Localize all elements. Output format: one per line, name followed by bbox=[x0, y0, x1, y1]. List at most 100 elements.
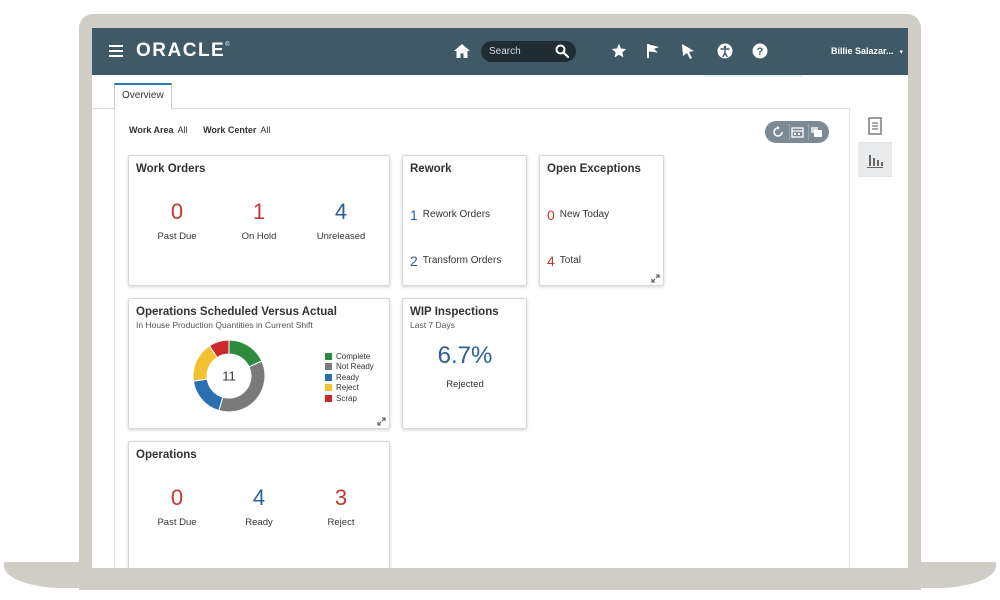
chart-legend: Complete Not Ready Ready Reject Scrap bbox=[325, 351, 374, 404]
legend-swatch bbox=[325, 373, 332, 381]
layers-icon bbox=[811, 127, 823, 137]
on-hold-metric[interactable]: 1 On Hold bbox=[224, 199, 294, 242]
legend-swatch bbox=[325, 384, 332, 392]
user-menu[interactable]: Billie Salazar... ▾ bbox=[831, 46, 903, 56]
oracle-logo[interactable]: ORACLE® bbox=[136, 40, 231, 62]
card-title: Operations Scheduled Versus Actual bbox=[136, 306, 337, 318]
ops-past-due-metric[interactable]: 0 Past Due bbox=[142, 485, 212, 528]
transform-orders-row[interactable]: 2 Transform Orders bbox=[410, 252, 501, 270]
row-label: Rework Orders bbox=[422, 209, 491, 221]
donut-center-label: 11 bbox=[222, 369, 236, 384]
overview-panel: Work Area All Work Center All Work Order… bbox=[114, 109, 850, 568]
legend-item-complete: Complete bbox=[325, 351, 374, 362]
card-subtitle: In House Production Quantities in Curren… bbox=[136, 320, 313, 330]
work-center-value[interactable]: All bbox=[260, 125, 270, 135]
top-navigation-bar: ORACLE® ? Bill bbox=[92, 28, 908, 75]
donut-slice-ready[interactable] bbox=[192, 378, 224, 412]
metric-value: 0 bbox=[170, 485, 184, 510]
chart-button[interactable] bbox=[858, 143, 892, 177]
unreleased-metric[interactable]: 4 Unreleased bbox=[306, 199, 376, 242]
card-title: Rework bbox=[410, 163, 452, 175]
help-icon[interactable]: ? bbox=[752, 43, 768, 59]
user-name: Billie Salazar... bbox=[831, 46, 894, 56]
new-today-row[interactable]: 0 New Today bbox=[547, 206, 609, 224]
search-box bbox=[481, 41, 576, 62]
chart-icon bbox=[867, 154, 883, 168]
legend-item-reject: Reject bbox=[325, 383, 374, 394]
metric-value: 0 bbox=[170, 199, 184, 224]
metric-label: Unreleased bbox=[316, 231, 366, 242]
home-icon[interactable] bbox=[454, 44, 470, 58]
menu-icon[interactable] bbox=[109, 45, 123, 57]
work-center-label: Work Center bbox=[203, 125, 257, 135]
legend-label: Ready bbox=[336, 372, 360, 382]
refresh-icon bbox=[772, 126, 783, 137]
card-subtitle: Last 7 Days bbox=[410, 320, 455, 330]
legend-swatch bbox=[325, 363, 332, 371]
row-label: Transform Orders bbox=[422, 255, 502, 267]
work-area-label: Work Area bbox=[129, 125, 174, 135]
rework-card[interactable]: Rework 1 Rework Orders 2 Transform Orders bbox=[402, 155, 527, 286]
metric-label: On Hold bbox=[241, 231, 277, 242]
search-input[interactable] bbox=[489, 44, 551, 59]
accessibility-icon[interactable] bbox=[717, 43, 733, 59]
metric-value: 3 bbox=[334, 485, 348, 510]
filter-bar: Work Area All Work Center All bbox=[129, 125, 283, 135]
side-rail bbox=[858, 109, 892, 179]
row-value: 2 bbox=[410, 252, 418, 269]
rejected-label: Rejected bbox=[446, 379, 484, 390]
metric-label: Past Due bbox=[157, 231, 197, 242]
metric-label: Ready bbox=[245, 517, 273, 528]
row-label: Total bbox=[559, 255, 581, 267]
legend-swatch bbox=[325, 352, 332, 360]
work-area-value[interactable]: All bbox=[178, 125, 188, 135]
past-due-metric[interactable]: 0 Past Due bbox=[142, 199, 212, 242]
schedule-button[interactable] bbox=[788, 124, 805, 140]
legend-item-ready: Ready bbox=[325, 372, 374, 383]
ops-reject-metric[interactable]: 3 Reject bbox=[306, 485, 376, 528]
metric-value: 4 bbox=[252, 485, 266, 510]
action-button-group bbox=[765, 121, 829, 143]
row-label: New Today bbox=[559, 209, 610, 221]
legend-item-not-ready: Not Ready bbox=[325, 362, 374, 373]
metric-value: 1 bbox=[252, 199, 266, 224]
card-title: Work Orders bbox=[136, 163, 206, 175]
total-row[interactable]: 4 Total bbox=[547, 252, 581, 270]
status-donut-chart: 11 bbox=[192, 339, 266, 413]
chevron-down-icon: ▾ bbox=[899, 49, 904, 56]
tab-strip: Overview bbox=[92, 75, 908, 109]
refresh-button[interactable] bbox=[770, 124, 786, 140]
row-value: 1 bbox=[410, 206, 418, 223]
card-title: Operations bbox=[136, 449, 197, 461]
ops-ready-metric[interactable]: 4 Ready bbox=[224, 485, 294, 528]
star-icon[interactable] bbox=[611, 43, 627, 59]
pointer-icon[interactable] bbox=[680, 43, 696, 59]
row-value: 0 bbox=[547, 206, 555, 223]
legend-label: Not Ready bbox=[336, 362, 374, 372]
expand-icon[interactable] bbox=[651, 274, 660, 283]
metric-value: 4 bbox=[334, 199, 348, 224]
flag-icon[interactable] bbox=[645, 43, 661, 59]
svg-text:?: ? bbox=[757, 46, 764, 58]
schedule-icon bbox=[791, 127, 804, 138]
ops-scheduled-card[interactable]: Operations Scheduled Versus Actual In Ho… bbox=[128, 298, 390, 429]
expand-icon[interactable] bbox=[377, 417, 386, 426]
card-title: Open Exceptions bbox=[547, 163, 641, 175]
legend-item-scrap: Scrap bbox=[325, 393, 374, 404]
report-button[interactable] bbox=[858, 109, 892, 143]
tab-overview[interactable]: Overview bbox=[114, 83, 172, 109]
legend-swatch bbox=[325, 394, 332, 402]
rework-orders-row[interactable]: 1 Rework Orders bbox=[410, 206, 490, 224]
app-window: ORACLE® ? Bill bbox=[92, 28, 908, 568]
layers-button[interactable] bbox=[808, 124, 824, 140]
wip-inspections-card[interactable]: WIP Inspections Last 7 Days 6.7% Rejecte… bbox=[402, 298, 527, 429]
metric-label: Past Due bbox=[157, 517, 197, 528]
legend-label: Reject bbox=[336, 383, 359, 393]
rejected-percentage: 6.7% bbox=[437, 342, 493, 369]
legend-label: Scrap bbox=[336, 393, 357, 403]
search-icon[interactable] bbox=[555, 44, 569, 58]
open-exceptions-card[interactable]: Open Exceptions 0 New Today 4 Total bbox=[539, 155, 664, 286]
operations-card[interactable]: Operations 0 Past Due 4 Ready 3 Reject bbox=[128, 441, 390, 568]
work-orders-card[interactable]: Work Orders 0 Past Due 1 On Hold 4 Unrel… bbox=[128, 155, 390, 286]
card-title: WIP Inspections bbox=[410, 306, 499, 318]
